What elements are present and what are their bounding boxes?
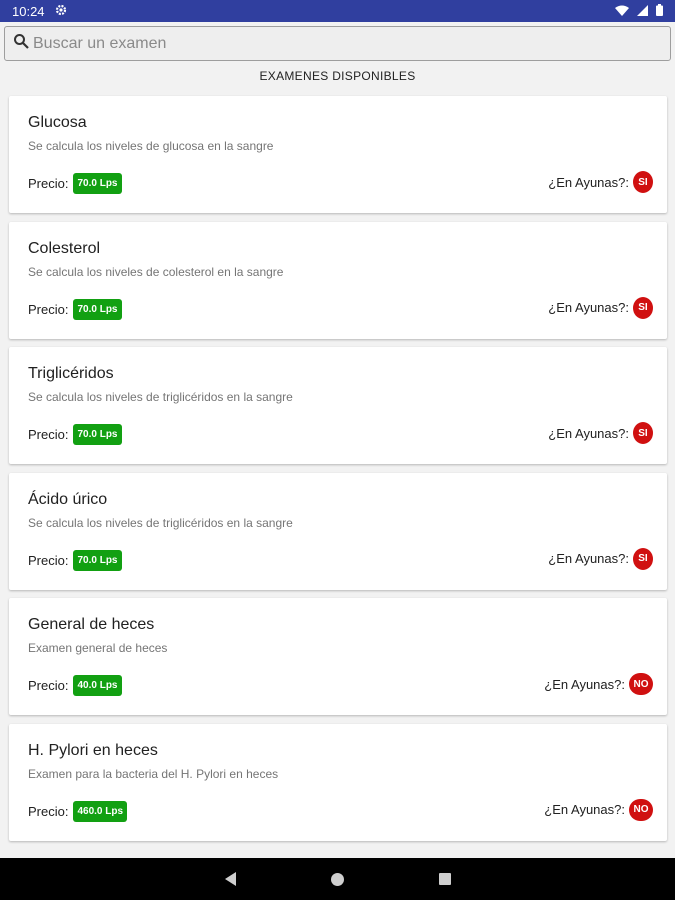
exam-title: General de heces: [28, 616, 155, 634]
price-label: Precio:: [28, 301, 69, 317]
back-icon[interactable]: [224, 872, 236, 886]
fasting-badge: SI: [633, 296, 653, 319]
exam-description: Se calcula los niveles de colesterol en …: [28, 264, 284, 279]
fasting-label: ¿En Ayunas?:: [544, 676, 625, 692]
price-label: Precio:: [28, 176, 69, 191]
price-label: Precio:: [28, 803, 69, 819]
exam-card[interactable]: H. Pylori en heces Examen para la bacter…: [9, 723, 667, 841]
fasting-label: ¿En Ayunas?:: [548, 551, 629, 567]
fasting-row: ¿En Ayunas?: SI: [548, 422, 653, 445]
price-badge: 460.0 Lps: [73, 800, 128, 822]
search-input[interactable]: [33, 34, 662, 53]
fasting-row: ¿En Ayunas?: NO: [544, 798, 653, 821]
search-icon: [13, 33, 29, 54]
price-label: Precio:: [28, 427, 69, 443]
fasting-row: ¿En Ayunas?: SI: [548, 296, 653, 319]
price-label: Precio:: [28, 678, 69, 694]
price-badge: 40.0 Lps: [73, 675, 122, 697]
exam-description: Examen general de heces: [28, 641, 168, 656]
fasting-badge: NO: [629, 798, 653, 821]
exam-list: Glucosa Se calcula los niveles de glucos…: [9, 96, 667, 850]
wifi-icon: [615, 4, 629, 19]
fasting-row: ¿En Ayunas?: SI: [548, 171, 653, 193]
exam-title: Triglicéridos: [28, 365, 114, 383]
exam-title: Glucosa: [28, 114, 87, 131]
fasting-label: ¿En Ayunas?:: [548, 425, 629, 441]
status-bar: 10:24: [0, 0, 675, 22]
price-row: Precio: 70.0 Lps: [28, 173, 122, 194]
fasting-badge: SI: [633, 422, 653, 445]
exam-card[interactable]: General de heces Examen general de heces…: [9, 598, 667, 716]
exam-title: Ácido úrico: [28, 490, 108, 508]
exam-card[interactable]: Ácido úrico Se calcula los niveles de tr…: [9, 472, 667, 590]
home-icon[interactable]: [330, 872, 344, 886]
fasting-row: ¿En Ayunas?: NO: [544, 673, 653, 696]
signal-icon: [637, 4, 648, 19]
battery-icon: [656, 3, 663, 19]
exam-description: Examen para la bacteria del H. Pylori en…: [28, 766, 279, 781]
price-badge: 70.0 Lps: [73, 173, 122, 194]
price-row: Precio: 70.0 Lps: [28, 549, 122, 571]
search-bar[interactable]: [4, 26, 671, 61]
price-row: Precio: 40.0 Lps: [28, 675, 122, 697]
price-label: Precio:: [28, 552, 69, 568]
price-row: Precio: 70.0 Lps: [28, 298, 122, 320]
exam-title: Colesterol: [28, 239, 101, 257]
exam-card[interactable]: Triglicéridos Se calcula los niveles de …: [9, 347, 667, 465]
price-badge: 70.0 Lps: [73, 549, 122, 571]
exam-description: Se calcula los niveles de triglicéridos …: [28, 390, 293, 405]
price-row: Precio: 460.0 Lps: [28, 800, 128, 822]
gear-icon: [55, 4, 67, 19]
price-badge: 70.0 Lps: [73, 298, 122, 320]
navigation-bar: [0, 858, 675, 900]
fasting-badge: SI: [633, 547, 653, 570]
fasting-row: ¿En Ayunas?: SI: [548, 547, 653, 570]
fasting-label: ¿En Ayunas?:: [544, 802, 625, 818]
exam-description: Se calcula los niveles de glucosa en la …: [28, 139, 274, 153]
exam-title: H. Pylori en heces: [28, 741, 158, 759]
exam-card[interactable]: Colesterol Se calcula los niveles de col…: [9, 221, 667, 339]
price-badge: 70.0 Lps: [73, 424, 122, 446]
exam-card[interactable]: Glucosa Se calcula los niveles de glucos…: [9, 96, 667, 213]
exam-description: Se calcula los niveles de triglicéridos …: [28, 515, 293, 530]
price-row: Precio: 70.0 Lps: [28, 424, 122, 446]
recent-apps-icon[interactable]: [438, 873, 451, 885]
section-title: EXAMENES DISPONIBLES: [259, 69, 416, 83]
fasting-label: ¿En Ayunas?:: [548, 300, 629, 316]
fasting-badge: NO: [629, 673, 653, 696]
status-time: 10:24: [12, 3, 45, 19]
fasting-label: ¿En Ayunas?:: [548, 174, 629, 190]
fasting-badge: SI: [633, 171, 653, 193]
